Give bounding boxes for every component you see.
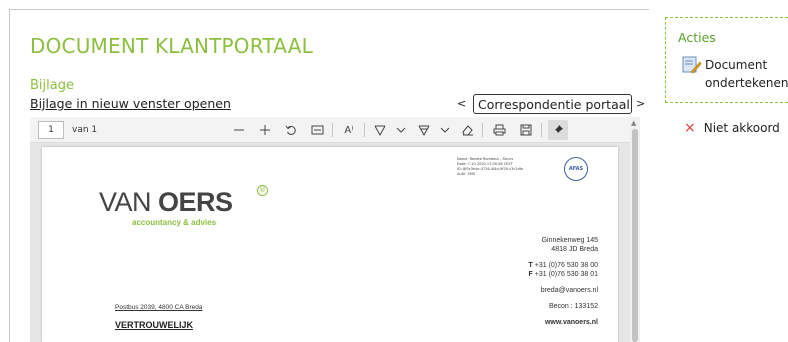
plus-icon: [260, 125, 270, 135]
stamp-text: AFAS: [568, 166, 584, 172]
reject-button[interactable]: × Niet akkoord: [684, 120, 780, 136]
pin-toolbar-button[interactable]: [548, 120, 568, 140]
page-number-input[interactable]: 1: [38, 120, 64, 139]
erase-button[interactable]: [457, 120, 477, 140]
next-document-button[interactable]: >: [636, 97, 645, 110]
becon-number: Becon : 133152: [548, 303, 598, 310]
draw-icon: [374, 125, 386, 136]
logo-text-bold: OERS: [158, 187, 233, 217]
fax-line: F +31 (0)76 530 38 01: [529, 271, 598, 278]
toolbar-divider: [332, 123, 333, 137]
reject-label: Niet akkoord: [703, 121, 780, 135]
highlight-button[interactable]: [414, 120, 434, 140]
page-count: van 1: [72, 124, 98, 135]
signature-stamp: AFAS: [564, 157, 588, 181]
phone-number: +31 (0)76 530 38 00: [534, 262, 598, 269]
rotate-icon: [285, 125, 296, 135]
pdf-viewer: 1 van 1 A⁾ ▲ Name: Renate Rombout - Sleu…: [30, 117, 640, 342]
document-select-value: Correspondentie portaal: [478, 96, 630, 112]
zoom-out-button[interactable]: [229, 120, 249, 140]
chevron-down-icon: [396, 127, 406, 133]
company-logo: VAN OERS: [99, 187, 233, 218]
draw-button[interactable]: [370, 120, 390, 140]
postbus-address: Postbus 2039, 4800 CA Breda: [115, 304, 203, 311]
minus-icon: [234, 129, 244, 131]
read-aloud-button[interactable]: A⁾: [339, 120, 359, 140]
pdf-scrollbar[interactable]: ▲: [630, 117, 640, 342]
draw-options-button[interactable]: [391, 120, 411, 140]
sign-document-button[interactable]: Document ondertekenen: [705, 56, 788, 92]
read-aloud-icon: A⁾: [344, 124, 354, 136]
actions-title: Acties: [678, 30, 716, 45]
address-city: 4818 JD Breda: [551, 246, 598, 253]
fax-number: +31 (0)76 530 38 01: [534, 271, 598, 278]
registered-mark: ®: [257, 185, 268, 196]
signature-metadata: Name: Renate Rombout - Sleurs Date: 7-10…: [457, 157, 523, 177]
pdf-toolbar: 1 van 1 A⁾: [30, 117, 630, 143]
phone-line: T +31 (0)76 530 38 00: [529, 262, 598, 269]
chevron-down-icon: ⌄: [630, 99, 631, 110]
open-in-new-window-link[interactable]: Bijlage in nieuw venster openen: [30, 96, 231, 111]
fit-page-icon: [311, 125, 323, 135]
logo-text-light: VAN: [99, 187, 152, 217]
toolbar-divider: [541, 123, 542, 137]
zoom-in-button[interactable]: [255, 120, 275, 140]
document-select[interactable]: Correspondentie portaal ⌄: [473, 94, 632, 114]
website: www.vanoers.nl: [544, 319, 598, 326]
pin-icon: [553, 125, 563, 135]
highlight-icon: [418, 125, 430, 136]
attachment-label: Bijlage: [30, 78, 74, 93]
rotate-button[interactable]: [281, 120, 301, 140]
email-address: breda@vanoers.nl: [540, 287, 598, 294]
fit-page-button[interactable]: [307, 120, 327, 140]
page-title: DOCUMENT KLANTPORTAAL: [30, 34, 313, 58]
eraser-icon: [461, 125, 473, 136]
previous-document-button[interactable]: <: [457, 97, 466, 110]
chevron-down-icon: [440, 127, 450, 133]
toolbar-divider: [364, 123, 365, 137]
confidential-heading: VERTROUWELIJK: [115, 320, 194, 330]
save-button[interactable]: [516, 120, 536, 140]
toolbar-divider: [482, 123, 483, 137]
sign-document-icon[interactable]: [682, 56, 702, 74]
save-icon: [520, 124, 532, 136]
scrollbar-thumb[interactable]: [632, 129, 638, 342]
scroll-up-icon[interactable]: ▲: [631, 119, 636, 127]
highlight-options-button[interactable]: [435, 120, 455, 140]
logo-tagline: accountancy & advies: [132, 218, 217, 227]
pdf-page: Name: Renate Rombout - Sleurs Date: 7-10…: [42, 147, 618, 342]
actions-panel: Acties Document ondertekenen: [665, 17, 788, 103]
print-icon: [493, 124, 505, 136]
fax-prefix: F: [528, 271, 533, 278]
address-street: Ginnekenweg 145: [541, 237, 598, 244]
print-button[interactable]: [489, 120, 509, 140]
close-icon: ×: [684, 120, 696, 136]
phone-prefix: T: [528, 262, 533, 269]
signature-meta-line: Auth: SMS: [457, 172, 475, 176]
